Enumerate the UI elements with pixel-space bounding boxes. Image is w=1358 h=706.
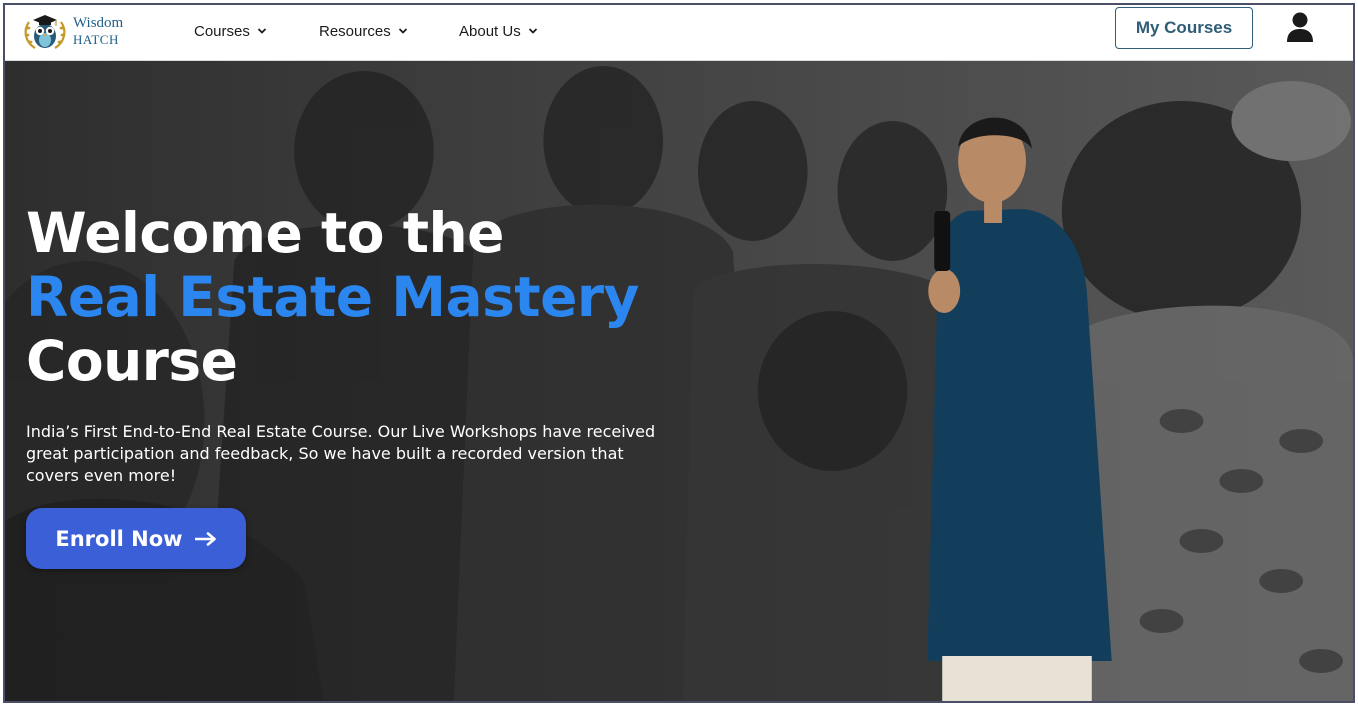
nav-about-dropdown[interactable]: About Us <box>459 19 538 43</box>
hero-title-line3: Course <box>26 329 238 393</box>
my-courses-button[interactable]: My Courses <box>1115 7 1253 49</box>
owl-logo-icon <box>24 15 66 49</box>
chevron-down-icon <box>398 28 407 34</box>
brand-name-line2: HATCH <box>73 32 119 47</box>
user-icon[interactable] <box>1285 11 1315 43</box>
brand-name-line1: Wisdom <box>73 15 124 31</box>
nav-resources-dropdown[interactable]: Resources <box>319 19 408 43</box>
chevron-down-icon <box>528 28 537 34</box>
hero-description: India’s First End-to-End Real Estate Cou… <box>26 422 656 485</box>
arrow-right-icon <box>194 531 216 546</box>
hero-title-accent: Real Estate Mastery <box>26 265 639 329</box>
enroll-now-button[interactable]: Enroll Now <box>26 508 246 569</box>
hero-title: Welcome to the Real Estate Mastery Cours… <box>26 201 746 393</box>
enroll-now-label: Enroll Now <box>55 526 183 551</box>
brand-logo[interactable]: Wisdom HATCH <box>21 7 133 55</box>
hero-title-line1: Welcome to the <box>26 201 504 265</box>
nav-courses-dropdown[interactable]: Courses <box>194 19 267 43</box>
nav-courses-label: Courses <box>194 22 250 40</box>
nav-about-label: About Us <box>459 22 521 40</box>
hero-section: Welcome to the Real Estate Mastery Cours… <box>5 61 1353 701</box>
chevron-down-icon <box>257 28 266 34</box>
top-navbar: Wisdom HATCH Courses Resources About Us … <box>5 5 1353 61</box>
page-frame: Wisdom HATCH Courses Resources About Us … <box>3 3 1355 703</box>
nav-resources-label: Resources <box>319 22 391 40</box>
